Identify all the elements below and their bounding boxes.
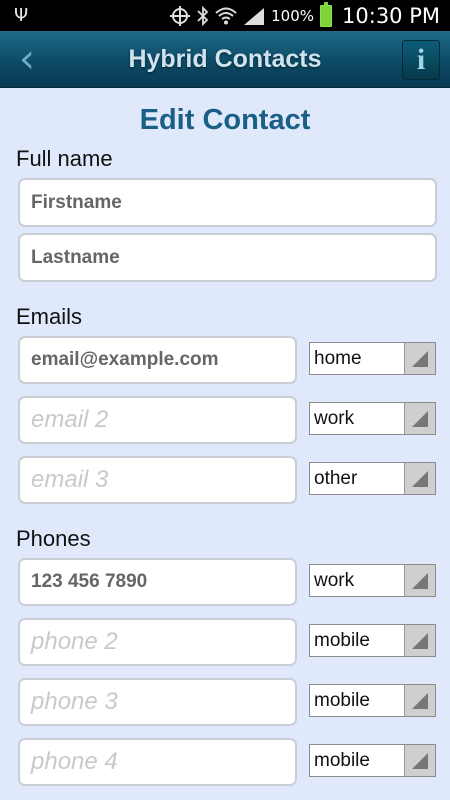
dropdown-arrow-icon — [404, 403, 435, 434]
email-field[interactable]: email@example.com — [18, 336, 297, 384]
phone-4-type-select[interactable]: mobile — [309, 744, 436, 777]
status-icons: 100% 10:30 PM — [169, 0, 440, 31]
dropdown-arrow-icon — [404, 625, 435, 656]
phone-3-field[interactable]: phone 3 — [18, 678, 297, 726]
dropdown-arrow-icon — [404, 463, 435, 494]
phone-2-placeholder: phone 2 — [31, 628, 118, 655]
app-title: Hybrid Contacts — [128, 45, 322, 73]
lastname-value: Lastname — [31, 246, 120, 268]
phone-4-field[interactable]: phone 4 — [18, 738, 297, 786]
battery-icon — [320, 1, 333, 27]
emails-label: Emails — [16, 304, 83, 329]
phone-2-type-select[interactable]: mobile — [309, 624, 436, 657]
phone-field[interactable]: 123 456 7890 — [18, 558, 297, 606]
lastname-field[interactable]: Lastname — [18, 233, 437, 282]
email-3-type-select[interactable]: other — [309, 462, 436, 495]
phone-2-type-value: mobile — [314, 630, 370, 651]
phones-label: Phones — [16, 526, 91, 551]
dropdown-arrow-icon — [404, 745, 435, 776]
email-3-placeholder: email 3 — [31, 466, 109, 493]
email-2-type-value: work — [314, 408, 355, 429]
phone-2-field[interactable]: phone 2 — [18, 618, 297, 666]
status-bar: Ψ 100% 10:30 PM — [0, 0, 450, 31]
email-2-type-select[interactable]: work — [309, 402, 436, 435]
phone-4-type-value: mobile — [314, 750, 370, 771]
dropdown-arrow-icon — [404, 343, 435, 374]
clock: 10:30 PM — [342, 3, 440, 28]
email-2-placeholder: email 2 — [31, 406, 109, 433]
bluetooth-icon — [197, 5, 209, 26]
phone-type-value: work — [314, 570, 355, 591]
app-header: ‹ Hybrid Contacts i — [0, 31, 450, 88]
dropdown-arrow-icon — [404, 565, 435, 596]
email-2-field[interactable]: email 2 — [18, 396, 297, 444]
usb-icon: Ψ — [14, 5, 29, 26]
email-3-field[interactable]: email 3 — [18, 456, 297, 504]
email-value: email@example.com — [31, 349, 219, 370]
phone-value: 123 456 7890 — [31, 571, 148, 592]
battery-percent: 100% — [271, 6, 315, 25]
full-name-label: Full name — [16, 146, 113, 171]
phone-4-placeholder: phone 4 — [31, 748, 118, 775]
firstname-field[interactable]: Firstname — [18, 178, 437, 227]
firstname-value: Firstname — [31, 191, 122, 213]
phone-3-placeholder: phone 3 — [31, 688, 118, 715]
phone-type-select[interactable]: work — [309, 564, 436, 597]
info-button[interactable]: i — [402, 40, 440, 80]
email-type-select[interactable]: home — [309, 342, 436, 375]
phone-3-type-value: mobile — [314, 690, 370, 711]
info-icon: i — [416, 43, 426, 76]
page-title: Edit Contact — [139, 104, 311, 136]
phone-3-type-select[interactable]: mobile — [309, 684, 436, 717]
signal-icon — [244, 7, 265, 25]
email-3-type-value: other — [314, 468, 358, 489]
wifi-icon — [215, 7, 237, 24]
email-type-value: home — [314, 348, 362, 369]
location-icon — [170, 5, 191, 26]
dropdown-arrow-icon — [404, 685, 435, 716]
